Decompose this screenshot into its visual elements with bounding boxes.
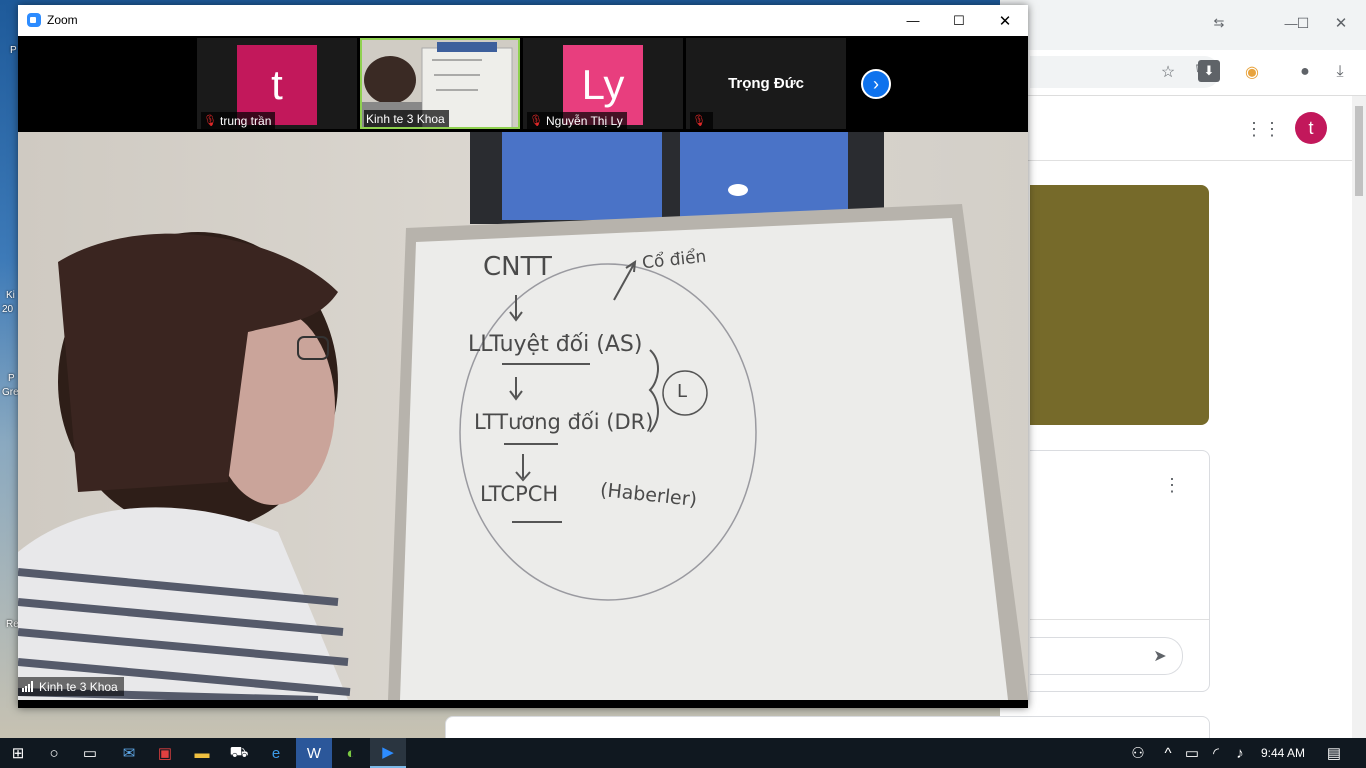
desktop-icon-label[interactable]: Ki — [6, 290, 15, 301]
participant-tile[interactable]: t 🎙 trung trần — [197, 38, 357, 129]
downloads-icon[interactable]: ⤓ — [1328, 60, 1352, 84]
desktop-icon-label[interactable]: 20 — [2, 304, 13, 315]
zoom-window: Zoom — ☐ ✕ t 🎙 trung trần Kinh te 3 Khoa… — [18, 5, 1028, 708]
volume-icon[interactable]: ♪ — [1222, 738, 1258, 768]
desktop-icon-label[interactable]: Gre — [2, 387, 19, 398]
apps-grid-icon[interactable]: ⋮⋮ — [1245, 116, 1281, 142]
whiteboard-text: LTCPCH — [480, 482, 559, 506]
mail-icon[interactable]: ✉ — [111, 738, 147, 768]
file-explorer-icon[interactable]: ▬ — [184, 738, 220, 768]
participant-name: trung trần — [220, 113, 272, 128]
send-icon[interactable]: ➤ — [1148, 644, 1172, 668]
chevron-right-icon: › — [873, 73, 879, 94]
minimize-icon[interactable]: — — [890, 5, 936, 36]
clock[interactable]: 9:44 AM — [1258, 738, 1308, 768]
desktop-icon-label[interactable]: P — [10, 45, 17, 56]
participant-name: Nguyễn Thị Ly — [546, 113, 623, 128]
bookmark-star-icon[interactable]: ☆ — [1156, 60, 1180, 84]
participant-name-tag: 🎙 trung trần — [201, 112, 276, 129]
maximize-icon[interactable]: ☐ — [936, 5, 982, 36]
mic-muted-icon: 🎙 — [529, 114, 543, 127]
participant-tile-active[interactable]: Kinh te 3 Khoa — [360, 38, 520, 129]
class-banner-card — [1030, 185, 1209, 425]
chrome-titlebar: ⇆ — ☐ ✕ — [1000, 0, 1366, 50]
chrome-toolbar: ☆ ⛉ ⬇ ◉ ● ⤓ — [1000, 50, 1366, 96]
edge-icon[interactable]: e — [258, 738, 294, 768]
app-icon[interactable]: ▣ — [147, 738, 183, 768]
participant-name-tag: Kinh te 3 Khoa — [364, 110, 449, 127]
mic-muted-icon: 🎙 — [203, 114, 217, 127]
video-name-tag: Kinh te 3 Khoa — [18, 677, 124, 696]
comment-input[interactable]: ➤ — [1030, 637, 1183, 675]
store-icon[interactable]: ⛟ — [221, 738, 257, 768]
zoom-titlebar: Zoom — ☐ ✕ — [18, 5, 1028, 36]
next-page-button[interactable]: › — [861, 69, 891, 99]
zoom-taskbar-icon[interactable]: ▶ — [370, 738, 406, 768]
page-scrollbar[interactable] — [1352, 96, 1366, 738]
taskbar: ⊞ ○ ▭ ✉ ▣ ▬ ⛟ e W ◐ ▶ ⚇ ^ ▭ ◜ ♪ 9:44 AM … — [0, 738, 1366, 768]
address-bar[interactable]: ☆ ⛉ — [1030, 56, 1220, 88]
windows-start-icon[interactable]: ⊞ — [0, 738, 36, 768]
app-icon[interactable]: ◐ — [333, 738, 369, 768]
close-icon[interactable]: ✕ — [982, 5, 1028, 36]
whiteboard-text: CNTT — [483, 252, 552, 282]
more-options-icon[interactable]: ⋮ — [1160, 473, 1184, 497]
participant-strip: t 🎙 trung trần Kinh te 3 Khoa Ly 🎙 Nguyễ… — [18, 36, 1028, 132]
signal-strength-icon — [22, 681, 33, 692]
desktop-icon-label[interactable]: Re — [6, 619, 19, 630]
main-video[interactable]: CNTT Cổ điển LLTuyệt đối (AS) LTTương đố… — [18, 132, 1028, 700]
scroll-thumb[interactable] — [1355, 106, 1363, 196]
search-icon[interactable]: ○ — [36, 738, 72, 768]
notifications-icon[interactable]: ▤ — [1316, 738, 1352, 768]
restore-tab-icon[interactable]: ⇆ — [1206, 10, 1232, 36]
active-speaker-name: Kinh te 3 Khoa — [39, 679, 118, 694]
window-title: Zoom — [47, 13, 78, 27]
task-view-icon[interactable]: ▭ — [72, 738, 108, 768]
desktop-icon-label[interactable]: P — [8, 373, 15, 384]
zoom-logo-icon — [27, 13, 41, 27]
whiteboard-text: LTTương đối (DR) — [474, 410, 654, 434]
participant-name: Kinh te 3 Khoa — [366, 111, 445, 126]
whiteboard-text: LLTuyệt đối (AS) — [468, 332, 643, 357]
post-card-next — [445, 716, 1210, 740]
profile-icon[interactable]: ● — [1293, 60, 1317, 84]
header-divider — [1000, 160, 1352, 161]
participant-tile[interactable]: Ly 🎙 Nguyễn Thị Ly — [523, 38, 683, 129]
download-extension-icon[interactable]: ⬇ — [1198, 60, 1220, 82]
word-icon[interactable]: W — [296, 738, 332, 768]
close-icon[interactable]: ✕ — [1318, 10, 1364, 36]
participant-name-tag: 🎙 — [690, 112, 713, 129]
participant-name-tag: 🎙 Nguyễn Thị Ly — [527, 112, 627, 129]
mic-muted-icon: 🎙 — [692, 114, 706, 127]
card-divider — [1030, 619, 1209, 620]
whiteboard-text: L — [677, 381, 688, 402]
extension-icon[interactable]: ◉ — [1240, 60, 1264, 84]
account-avatar[interactable]: t — [1295, 112, 1327, 144]
participant-tile[interactable]: Trọng Đức 🎙 — [686, 38, 846, 129]
